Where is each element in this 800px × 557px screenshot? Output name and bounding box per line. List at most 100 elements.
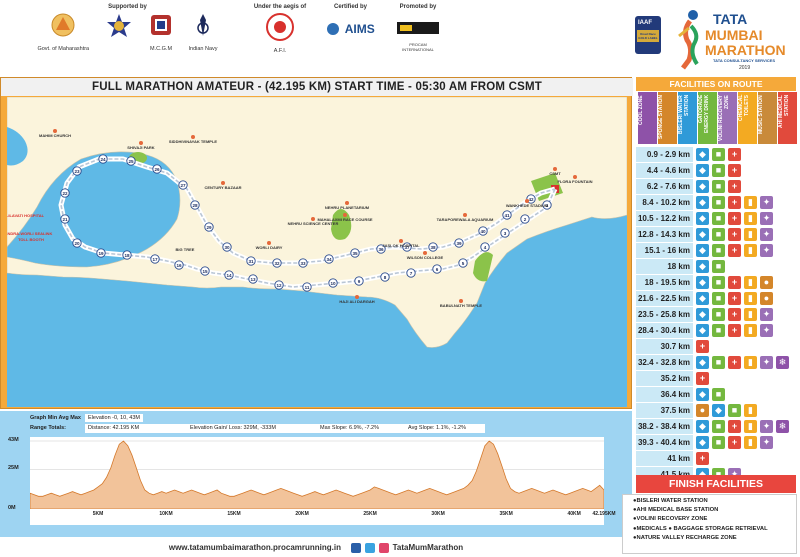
- water-icon: ◆: [696, 387, 709, 401]
- km-marker: 13: [248, 274, 258, 284]
- svg-text:21: 21: [62, 217, 68, 222]
- facility-km-range: 0.9 - 2.9 km: [636, 147, 693, 162]
- km-marker: 33: [298, 258, 308, 268]
- elevation-x-tick: 30KM: [431, 511, 445, 517]
- elevation-y-tick: 0M: [8, 505, 16, 511]
- facility-column-header: CHEMICAL TOILETS: [738, 92, 757, 144]
- volini-icon: ✦: [760, 435, 773, 449]
- km-marker: 19: [96, 248, 106, 258]
- km-marker: 23: [72, 166, 82, 176]
- svg-text:11: 11: [305, 285, 310, 290]
- water-icon: ◆: [696, 179, 709, 193]
- year-text: 2019: [739, 65, 751, 71]
- finish-facilities-list: BISLERI WATER STATIONAHI MEDICAL BASE ST…: [622, 494, 797, 554]
- gatorade-icon: ■: [712, 195, 725, 209]
- facility-km-range: 6.2 - 7.6 km: [636, 178, 693, 194]
- instagram-icon[interactable]: [379, 542, 390, 553]
- toilet-icon: ▮: [744, 227, 757, 241]
- indian-navy-logo: Indian Navy: [188, 12, 218, 52]
- toilet-icon: ▮: [744, 243, 757, 257]
- km-marker: 25: [126, 156, 136, 166]
- facility-km-range: 30.7 km: [636, 338, 693, 354]
- promoted-by-caption: Promoted by: [399, 4, 437, 10]
- svg-text:8: 8: [384, 275, 387, 280]
- medical-icon: +: [728, 211, 741, 225]
- facility-row: 32.4 - 32.8 km ◆ ■ + ▮ ✦ ❄: [636, 354, 796, 370]
- header: Supported by Govt. of Maharashtra M.C.G.…: [0, 0, 800, 72]
- km-marker: 40: [478, 226, 488, 236]
- svg-text:29: 29: [206, 225, 212, 230]
- mumbai-text: MUMBAI: [705, 27, 763, 43]
- volini-icon: ✦: [760, 355, 773, 369]
- facebook-icon[interactable]: [350, 542, 361, 553]
- gatorade-icon: ■: [712, 307, 725, 321]
- footer: www.tatamumbaimarathon.procamrunning.in …: [0, 538, 632, 557]
- svg-text:16: 16: [176, 263, 182, 268]
- medical-icon: +: [728, 435, 741, 449]
- km-marker: 10: [328, 278, 338, 288]
- water-icon: ◆: [696, 259, 709, 273]
- facility-column-header: MUSIC STATION: [758, 92, 777, 144]
- facilities-heading: FACILITIES ON ROUTE: [636, 77, 796, 91]
- km-marker: 4: [480, 242, 490, 252]
- gatorade-icon: ■: [712, 435, 725, 449]
- website-link[interactable]: www.tatamumbaimarathon.procamrunning.in: [169, 543, 341, 552]
- elevation-x-tick: 15KM: [227, 511, 241, 517]
- svg-text:38: 38: [430, 245, 436, 250]
- social-handle[interactable]: TataMumMarathon: [393, 543, 464, 552]
- gatorade-icon: ■: [712, 211, 725, 225]
- water-icon: ◆: [696, 291, 709, 305]
- svg-text:MAHIM CHURCH: MAHIM CHURCH: [39, 133, 71, 138]
- svg-text:24: 24: [100, 157, 106, 162]
- facility-column-header: GATORADE ENERGY DRINK: [698, 92, 717, 144]
- range-totals-box: Distance: 42.195 KM Elevation Gain/ Loss…: [85, 424, 485, 433]
- svg-text:33: 33: [300, 261, 306, 266]
- facility-km-range: 15.1 - 16 km: [636, 242, 693, 258]
- twitter-icon[interactable]: [365, 542, 376, 553]
- elevation-profile: [29, 440, 605, 510]
- gatorade-icon: ■: [712, 163, 725, 177]
- km-marker: 41: [502, 210, 512, 220]
- gatorade-icon: ■: [712, 243, 725, 257]
- facility-km-range: 18 km: [636, 258, 693, 274]
- toilet-icon: ▮: [744, 195, 757, 209]
- medical-icon: +: [728, 243, 741, 257]
- facility-row: 30.7 km +: [636, 338, 796, 354]
- km-marker: 35: [350, 248, 360, 258]
- facility-km-range: 23.5 - 25.8 km: [636, 306, 693, 322]
- facility-km-range: 28.4 - 30.4 km: [636, 322, 693, 338]
- medical-icon: +: [728, 148, 741, 161]
- volini-icon: ✦: [760, 195, 773, 209]
- max-slope: Max Slope: 6.9%, -7.2%: [320, 425, 380, 431]
- aims-caption: AIMS: [344, 22, 375, 36]
- gatorade-icon: ■: [712, 148, 725, 161]
- facility-table: 0.9 - 2.9 km ◆ ■ +4.4 - 4.6 km ◆ ■ +6.2 - 7.6 …: [636, 147, 796, 483]
- svg-text:LILAVATI HOSPITAL: LILAVATI HOSPITAL: [7, 213, 45, 218]
- svg-text:BANDRA-WORLI SEALINK: BANDRA-WORLI SEALINK: [7, 231, 52, 236]
- facility-km-range: 32.4 - 32.8 km: [636, 354, 693, 370]
- svg-text:35: 35: [352, 251, 358, 256]
- medical-icon: +: [728, 323, 741, 337]
- facility-km-range: 18 - 19.5 km: [636, 274, 693, 290]
- gain-loss-total: Elevation Gain/ Loss: 329M, -333M: [190, 425, 276, 431]
- toilet-icon: ▮: [744, 403, 757, 417]
- svg-text:22: 22: [62, 191, 68, 196]
- facility-column-header: AHI MEDICAL STATION: [778, 92, 797, 144]
- facility-row: 15.1 - 16 km ◆ ■ + ▮ ✦: [636, 242, 796, 258]
- gatorade-icon: ■: [712, 259, 725, 273]
- km-marker: 29: [204, 222, 214, 232]
- water-icon: ◆: [696, 148, 709, 161]
- facility-column-header: SPONGE STATION: [658, 92, 677, 144]
- svg-text:31: 31: [248, 259, 254, 264]
- water-icon: ◆: [696, 275, 709, 289]
- route-map[interactable]: 1 2 3 4 5 6 7 8 9 10 11 12 13 14 15 16 17 18 19 20 21 22 23 24 2…: [7, 97, 627, 407]
- km-marker: 20: [72, 238, 82, 248]
- elevation-x-tick: 25KM: [363, 511, 377, 517]
- volini-icon: ✦: [760, 307, 773, 321]
- svg-text:FLORA FOUNTAIN: FLORA FOUNTAIN: [557, 179, 592, 184]
- medical-icon: +: [728, 275, 741, 289]
- govt-maharashtra-caption: Govt. of Maharashtra: [37, 46, 90, 52]
- facility-row: 8.4 - 10.2 km ◆ ■ + ▮ ✦: [636, 194, 796, 210]
- km-marker: 14: [224, 270, 234, 280]
- water-icon: ◆: [696, 195, 709, 209]
